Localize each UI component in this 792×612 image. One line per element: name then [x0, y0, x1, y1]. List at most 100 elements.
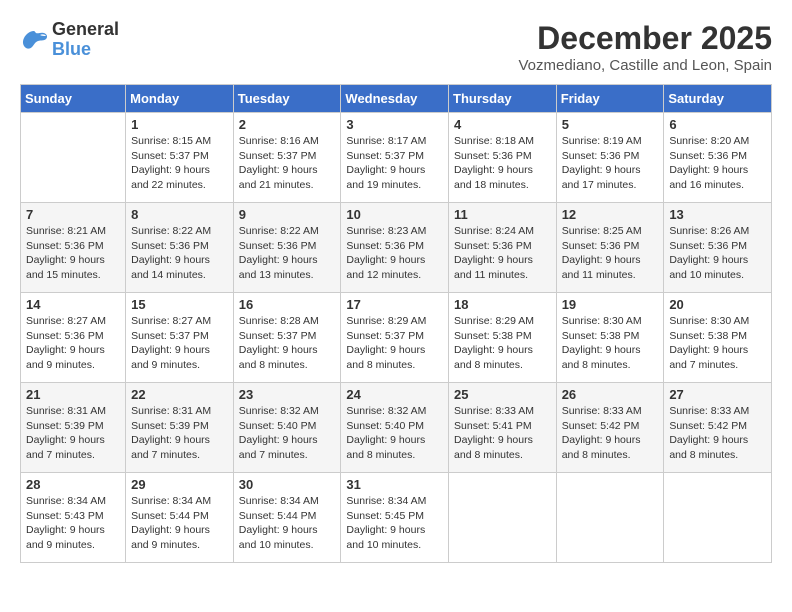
day-number: 15 [131, 297, 228, 312]
day-number: 4 [454, 117, 551, 132]
calendar-cell: 23Sunrise: 8:32 AMSunset: 5:40 PMDayligh… [233, 383, 341, 473]
cell-info: Sunrise: 8:31 AMSunset: 5:39 PMDaylight:… [131, 404, 228, 463]
calendar-cell: 26Sunrise: 8:33 AMSunset: 5:42 PMDayligh… [556, 383, 664, 473]
day-number: 8 [131, 207, 228, 222]
day-number: 23 [239, 387, 336, 402]
calendar-cell: 11 Sunrise: 8:24 AMSunset: 5:36 PMDayligh… [449, 203, 557, 293]
day-number: 19 [562, 297, 659, 312]
day-number: 14 [26, 297, 120, 312]
calendar-cell: 25 Sunrise: 8:33 AMSunset: 5:41 PMDayligh… [449, 383, 557, 473]
day-number: 25 [454, 387, 551, 402]
logo-line2: Blue [52, 40, 119, 60]
cell-info: Sunrise: 8:34 AMSunset: 5:43 PMDaylight:… [26, 494, 120, 553]
logo-bird-icon [20, 29, 48, 51]
day-number: 21 [26, 387, 120, 402]
cell-info: Sunrise: 8:29 AMSunset: 5:38 PMDaylight:… [454, 314, 551, 373]
day-number: 11 [454, 207, 551, 222]
calendar-cell: 7 Sunrise: 8:21 AMSunset: 5:36 PMDaylight… [21, 203, 126, 293]
cell-info: Sunrise: 8:26 AMSunset: 5:36 PMDaylight:… [669, 224, 766, 283]
calendar-week-5: 28 Sunrise: 8:34 AMSunset: 5:43 PMDayligh… [21, 473, 772, 563]
calendar-cell [21, 113, 126, 203]
cell-info: Sunrise: 8:30 AMSunset: 5:38 PMDaylight:… [562, 314, 659, 373]
calendar-week-1: 1 Sunrise: 8:15 AMSunset: 5:37 PMDaylight… [21, 113, 772, 203]
cell-info: Sunrise: 8:22 AMSunset: 5:36 PMDaylight:… [131, 224, 228, 283]
calendar-cell: 29 Sunrise: 8:34 AMSunset: 5:44 PMDayligh… [126, 473, 234, 563]
calendar-cell: 6 Sunrise: 8:20 AMSunset: 5:36 PMDaylight… [664, 113, 772, 203]
calendar-cell: 28 Sunrise: 8:34 AMSunset: 5:43 PMDayligh… [21, 473, 126, 563]
calendar-cell: 13Sunrise: 8:26 AMSunset: 5:36 PMDayligh… [664, 203, 772, 293]
day-header-thursday: Thursday [449, 85, 557, 113]
month-title: December 2025 [518, 20, 772, 57]
cell-info: Sunrise: 8:33 AMSunset: 5:42 PMDaylight:… [669, 404, 766, 463]
cell-info: Sunrise: 8:20 AMSunset: 5:36 PMDaylight:… [669, 134, 766, 193]
day-number: 27 [669, 387, 766, 402]
day-number: 30 [239, 477, 336, 492]
day-number: 6 [669, 117, 766, 132]
calendar-cell: 30 Sunrise: 8:34 AMSunset: 5:44 PMDayligh… [233, 473, 341, 563]
header-row: SundayMondayTuesdayWednesdayThursdayFrid… [21, 85, 772, 113]
cell-info: Sunrise: 8:34 AMSunset: 5:44 PMDaylight:… [239, 494, 336, 553]
cell-info: Sunrise: 8:19 AMSunset: 5:36 PMDaylight:… [562, 134, 659, 193]
calendar-cell: 2 Sunrise: 8:16 AMSunset: 5:37 PMDaylight… [233, 113, 341, 203]
title-block: December 2025 Vozmediano, Castille and L… [518, 20, 772, 74]
calendar-cell: 10 Sunrise: 8:23 AMSunset: 5:36 PMDayligh… [341, 203, 449, 293]
cell-info: Sunrise: 8:32 AMSunset: 5:40 PMDaylight:… [346, 404, 443, 463]
day-number: 12 [562, 207, 659, 222]
day-number: 5 [562, 117, 659, 132]
calendar-cell: 19 Sunrise: 8:30 AMSunset: 5:38 PMDayligh… [556, 293, 664, 383]
cell-info: Sunrise: 8:34 AMSunset: 5:45 PMDaylight:… [346, 494, 443, 553]
calendar-cell: 17 Sunrise: 8:29 AMSunset: 5:37 PMDayligh… [341, 293, 449, 383]
cell-info: Sunrise: 8:22 AMSunset: 5:36 PMDaylight:… [239, 224, 336, 283]
calendar-cell: 4 Sunrise: 8:18 AMSunset: 5:36 PMDaylight… [449, 113, 557, 203]
cell-info: Sunrise: 8:16 AMSunset: 5:37 PMDaylight:… [239, 134, 336, 193]
cell-info: Sunrise: 8:31 AMSunset: 5:39 PMDaylight:… [26, 404, 120, 463]
cell-info: Sunrise: 8:33 AMSunset: 5:42 PMDaylight:… [562, 404, 659, 463]
cell-info: Sunrise: 8:15 AMSunset: 5:37 PMDaylight:… [131, 134, 228, 193]
day-number: 18 [454, 297, 551, 312]
calendar-cell [664, 473, 772, 563]
cell-info: Sunrise: 8:24 AMSunset: 5:36 PMDaylight:… [454, 224, 551, 283]
cell-info: Sunrise: 8:34 AMSunset: 5:44 PMDaylight:… [131, 494, 228, 553]
cell-info: Sunrise: 8:27 AMSunset: 5:37 PMDaylight:… [131, 314, 228, 373]
cell-info: Sunrise: 8:23 AMSunset: 5:36 PMDaylight:… [346, 224, 443, 283]
cell-info: Sunrise: 8:33 AMSunset: 5:41 PMDaylight:… [454, 404, 551, 463]
day-number: 2 [239, 117, 336, 132]
day-number: 9 [239, 207, 336, 222]
day-number: 22 [131, 387, 228, 402]
day-header-wednesday: Wednesday [341, 85, 449, 113]
page-header: General Blue December 2025 Vozmediano, C… [20, 20, 772, 74]
cell-info: Sunrise: 8:21 AMSunset: 5:36 PMDaylight:… [26, 224, 120, 283]
calendar-cell: 14Sunrise: 8:27 AMSunset: 5:36 PMDayligh… [21, 293, 126, 383]
day-number: 7 [26, 207, 120, 222]
calendar-cell: 18 Sunrise: 8:29 AMSunset: 5:38 PMDayligh… [449, 293, 557, 383]
calendar-cell: 31Sunrise: 8:34 AMSunset: 5:45 PMDayligh… [341, 473, 449, 563]
day-number: 17 [346, 297, 443, 312]
calendar-cell: 24 Sunrise: 8:32 AMSunset: 5:40 PMDayligh… [341, 383, 449, 473]
day-header-sunday: Sunday [21, 85, 126, 113]
day-number: 28 [26, 477, 120, 492]
calendar-week-3: 14Sunrise: 8:27 AMSunset: 5:36 PMDayligh… [21, 293, 772, 383]
calendar-week-4: 21 Sunrise: 8:31 AMSunset: 5:39 PMDayligh… [21, 383, 772, 473]
cell-info: Sunrise: 8:28 AMSunset: 5:37 PMDaylight:… [239, 314, 336, 373]
day-header-saturday: Saturday [664, 85, 772, 113]
calendar-cell: 1 Sunrise: 8:15 AMSunset: 5:37 PMDaylight… [126, 113, 234, 203]
day-number: 3 [346, 117, 443, 132]
day-number: 24 [346, 387, 443, 402]
calendar-cell: 5 Sunrise: 8:19 AMSunset: 5:36 PMDaylight… [556, 113, 664, 203]
day-header-monday: Monday [126, 85, 234, 113]
day-number: 1 [131, 117, 228, 132]
calendar-cell: 15 Sunrise: 8:27 AMSunset: 5:37 PMDayligh… [126, 293, 234, 383]
calendar-cell: 8 Sunrise: 8:22 AMSunset: 5:36 PMDaylight… [126, 203, 234, 293]
day-header-tuesday: Tuesday [233, 85, 341, 113]
calendar-cell [449, 473, 557, 563]
cell-info: Sunrise: 8:17 AMSunset: 5:37 PMDaylight:… [346, 134, 443, 193]
day-number: 29 [131, 477, 228, 492]
location: Vozmediano, Castille and Leon, Spain [518, 57, 772, 74]
cell-info: Sunrise: 8:18 AMSunset: 5:36 PMDaylight:… [454, 134, 551, 193]
calendar-table: SundayMondayTuesdayWednesdayThursdayFrid… [20, 84, 772, 563]
day-number: 10 [346, 207, 443, 222]
cell-info: Sunrise: 8:25 AMSunset: 5:36 PMDaylight:… [562, 224, 659, 283]
calendar-cell: 12 Sunrise: 8:25 AMSunset: 5:36 PMDayligh… [556, 203, 664, 293]
cell-info: Sunrise: 8:29 AMSunset: 5:37 PMDaylight:… [346, 314, 443, 373]
cell-info: Sunrise: 8:30 AMSunset: 5:38 PMDaylight:… [669, 314, 766, 373]
